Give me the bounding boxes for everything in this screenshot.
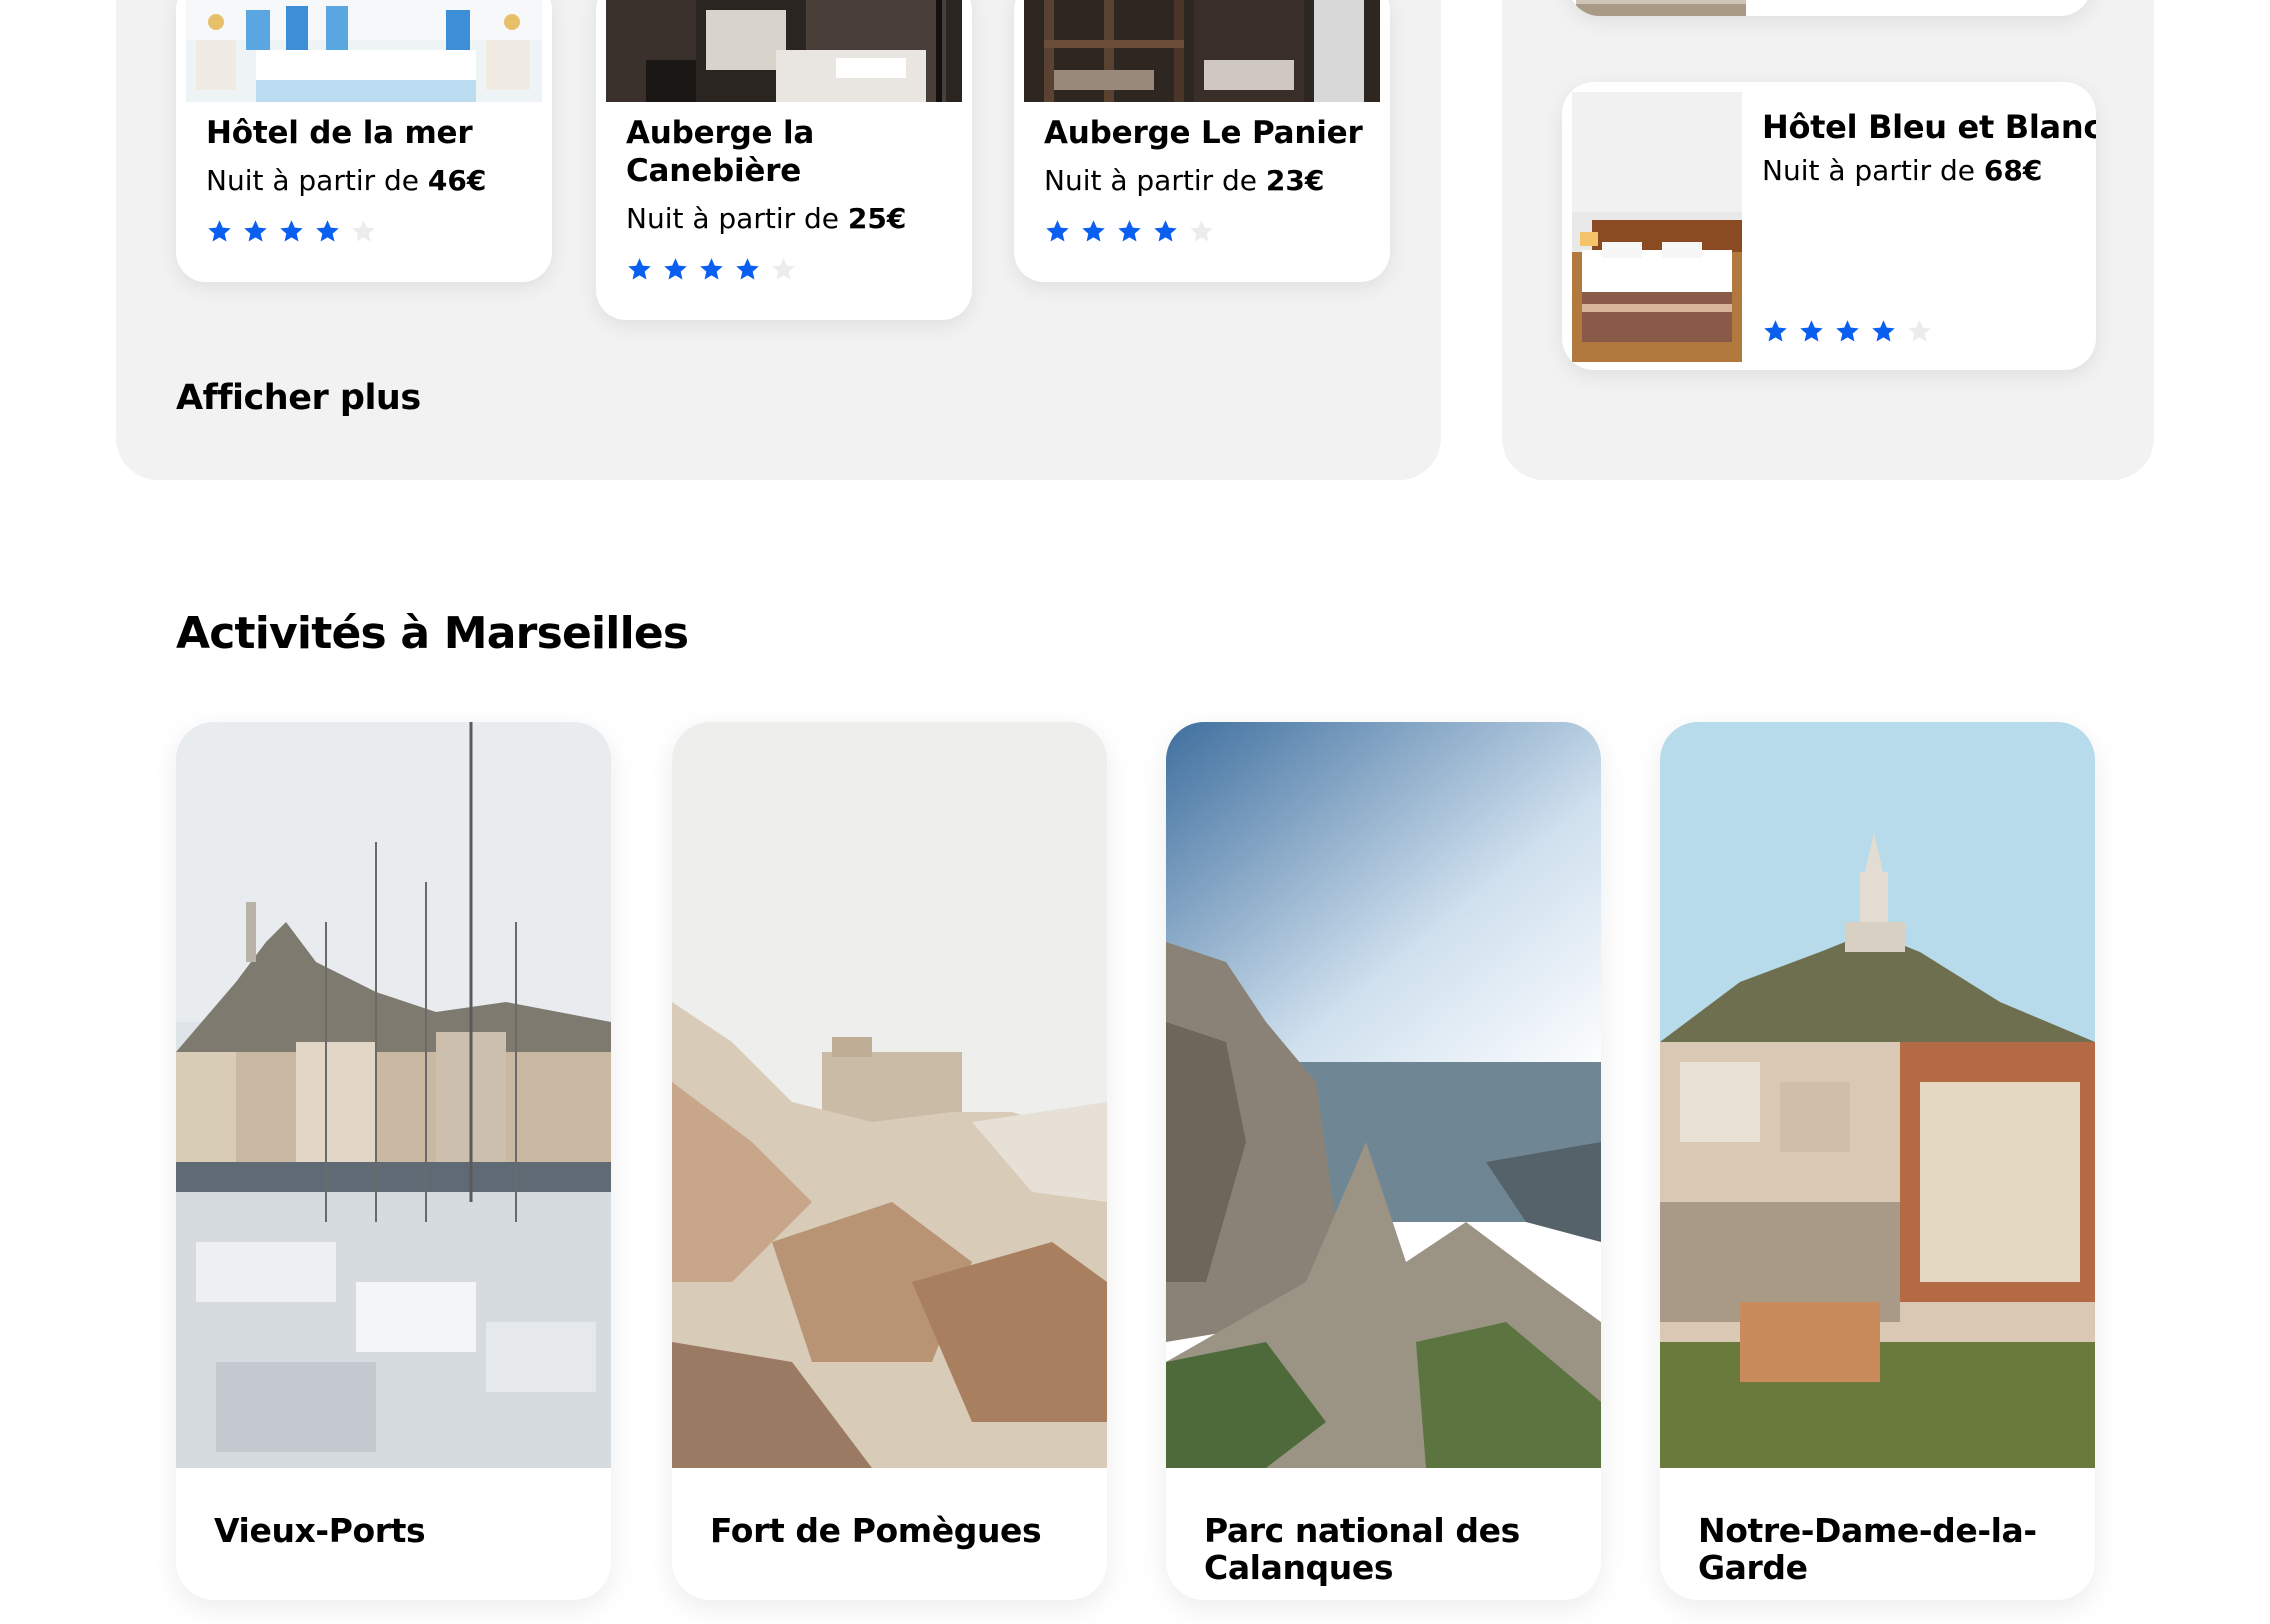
hotel-room-blue-photo	[186, 0, 542, 102]
activity-label: Vieux-Ports	[214, 1511, 426, 1550]
hotel-price: Nuit à partir de 68€	[1762, 154, 2042, 187]
hotel-name: Hôtel de la mer	[206, 115, 473, 151]
bunk-beds-photo	[1024, 0, 1380, 102]
activity-card[interactable]: Fort de Pomègues	[672, 722, 1107, 1600]
price-prefix: Nuit à partir de	[626, 202, 848, 235]
hotel-card[interactable]: Hôtel de la mer Nuit à partir de 46€	[176, 0, 552, 282]
star-filled-icon	[1118, 220, 1141, 242]
star-filled-icon	[1872, 320, 1895, 342]
star-rating	[1762, 318, 1933, 345]
hotel-name: Auberge Le Panier	[1044, 115, 1363, 151]
star-filled-icon	[736, 258, 759, 280]
price-prefix: Nuit à partir de	[206, 164, 428, 197]
price-value: 46€	[427, 164, 487, 197]
star-empty-icon	[352, 220, 375, 242]
hotel-card[interactable]: Auberge la Canebière Nuit à partir de 25…	[596, 0, 972, 320]
star-filled-icon	[316, 220, 339, 242]
activity-label: Notre-Dame-de-la-Garde	[1698, 1511, 2037, 1587]
star-rating	[1044, 218, 1215, 245]
activity-card[interactable]: Parc national des Calanques	[1166, 722, 1601, 1600]
calanques-cliffs-photo	[1166, 722, 1601, 1468]
hotel-photo-partial	[1576, 0, 1746, 16]
hotel-price: Nuit à partir de 23€	[1044, 164, 1324, 198]
star-filled-icon	[208, 220, 231, 242]
hostel-room-photo	[606, 0, 962, 102]
star-filled-icon	[280, 220, 303, 242]
hotel-price: Nuit à partir de 46€	[206, 164, 486, 198]
hotel-price: Nuit à partir de 25€	[626, 202, 906, 236]
hotel-bedroom-photo	[1572, 92, 1742, 362]
activities-title: Activités à Marseilles	[176, 608, 689, 659]
star-filled-icon	[1046, 220, 1069, 242]
hotel-name: Auberge la Canebière	[626, 115, 815, 189]
price-prefix: Nuit à partir de	[1044, 164, 1266, 197]
star-filled-icon	[1764, 320, 1787, 342]
basilica-city-photo	[1660, 722, 2095, 1468]
star-filled-icon	[1836, 320, 1859, 342]
star-rating	[626, 256, 797, 283]
price-prefix: Nuit à partir de	[1762, 154, 1984, 187]
fort-rocks-photo	[672, 722, 1107, 1468]
star-filled-icon	[1082, 220, 1105, 242]
activity-card[interactable]: Vieux-Ports	[176, 722, 611, 1600]
activity-label: Parc national des Calanques	[1204, 1511, 1520, 1587]
price-value: 23€	[1265, 164, 1325, 197]
star-empty-icon	[1190, 220, 1213, 242]
activity-label: Fort de Pomègues	[710, 1511, 1042, 1550]
star-filled-icon	[664, 258, 687, 280]
star-empty-icon	[772, 258, 795, 280]
price-value: 25€	[847, 202, 907, 235]
hotel-name: Hôtel Bleu et Blanc	[1762, 108, 2096, 146]
hotel-card[interactable]: Auberge Le Panier Nuit à partir de 23€	[1014, 0, 1390, 282]
star-filled-icon	[1800, 320, 1823, 342]
show-more-link[interactable]: Afficher plus	[176, 378, 421, 418]
star-filled-icon	[244, 220, 267, 242]
star-filled-icon	[628, 258, 651, 280]
featured-hotel-card[interactable]: Hôtel Bleu et Blanc Nuit à partir de 68€	[1562, 82, 2096, 370]
hotel-card-partial[interactable]	[1568, 0, 2092, 16]
star-filled-icon	[700, 258, 723, 280]
activity-card[interactable]: Notre-Dame-de-la-Garde	[1660, 722, 2095, 1600]
star-filled-icon	[1154, 220, 1177, 242]
star-empty-icon	[1908, 320, 1931, 342]
harbor-boats-photo	[176, 722, 611, 1468]
price-value: 68€	[1983, 154, 2043, 187]
star-rating	[206, 218, 377, 245]
